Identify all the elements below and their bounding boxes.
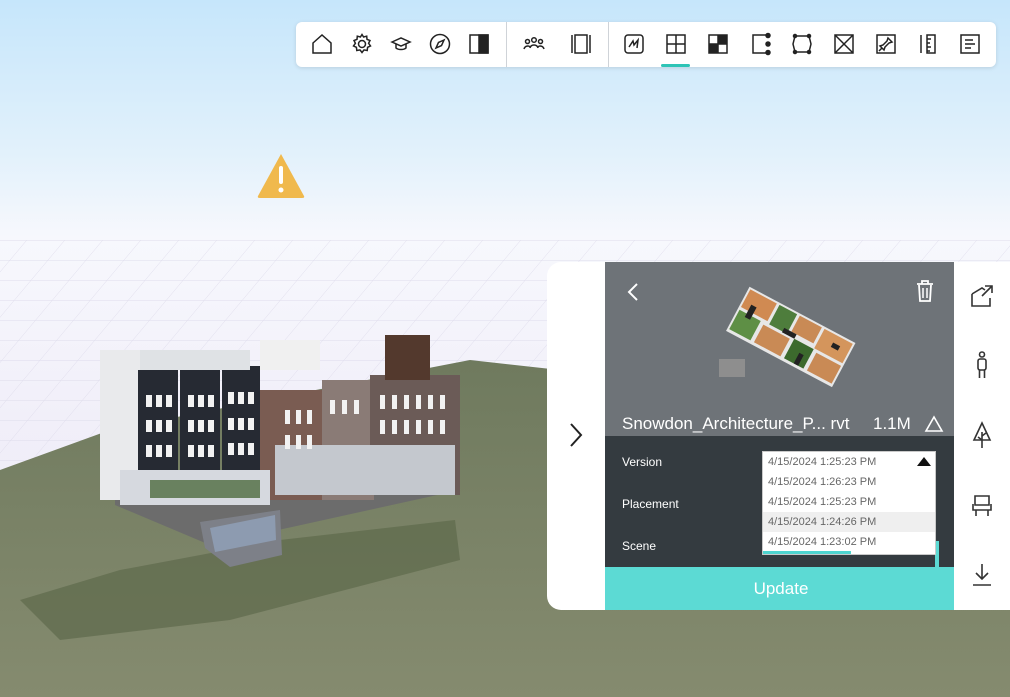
sketch-icon[interactable]	[617, 27, 651, 61]
person-icon[interactable]	[968, 350, 996, 380]
version-option[interactable]: 4/15/2024 1:25:23 PM	[763, 492, 935, 512]
chair-icon[interactable]	[968, 490, 996, 520]
chevron-right-icon[interactable]	[562, 420, 590, 450]
shape-add-icon[interactable]	[968, 282, 996, 312]
notes-icon[interactable]	[953, 27, 987, 61]
measure-icon[interactable]	[911, 27, 945, 61]
version-option-selected[interactable]: 4/15/2024 1:25:23 PM	[763, 452, 935, 472]
compass-icon[interactable]	[423, 27, 457, 61]
version-dropdown[interactable]: 4/15/2024 1:25:23 PM 4/15/2024 1:26:23 P…	[762, 451, 936, 555]
split-view-icon[interactable]	[462, 27, 496, 61]
file-size: 1.1M	[873, 414, 911, 433]
chevron-left-icon[interactable]	[619, 278, 647, 306]
active-tool-indicator	[661, 64, 690, 67]
scene-label: Scene	[622, 539, 657, 553]
main-toolbar	[296, 22, 996, 67]
file-name: Snowdon_Architecture_P... rvt	[622, 414, 850, 433]
section-icon[interactable]	[564, 27, 598, 61]
caret-up-icon[interactable]	[917, 457, 931, 466]
triangle-warning-icon[interactable]	[924, 414, 944, 434]
gear-icon[interactable]	[345, 27, 379, 61]
edit-point-icon[interactable]	[744, 27, 778, 61]
download-icon[interactable]	[968, 560, 996, 590]
trash-icon[interactable]	[913, 278, 937, 304]
people-icon[interactable]	[517, 27, 551, 61]
cross-box-icon[interactable]	[827, 27, 861, 61]
panel-header: Snowdon_Architecture_P... rvt 1.1M	[605, 262, 954, 436]
tree-icon[interactable]	[968, 420, 996, 450]
version-option[interactable]: 4/15/2024 1:26:23 PM	[763, 472, 935, 492]
version-option[interactable]: 4/15/2024 1:23:02 PM	[763, 532, 935, 552]
plus-grid-icon[interactable]	[659, 27, 693, 61]
warning-icon[interactable]	[256, 152, 306, 200]
side-toolbar	[954, 262, 1010, 610]
version-option[interactable]: 4/15/2024 1:24:26 PM	[763, 512, 935, 532]
toolbar-separator	[608, 22, 609, 67]
checker-icon[interactable]	[701, 27, 735, 61]
model-details-panel: Snowdon_Architecture_P... rvt 1.1M Versi…	[605, 262, 954, 610]
dropdown-scrollbar[interactable]	[763, 551, 851, 554]
toolbar-separator	[506, 22, 507, 67]
model-thumbnail	[719, 286, 856, 388]
update-button[interactable]: Update	[605, 567, 957, 610]
home-icon[interactable]	[305, 27, 339, 61]
pin-icon[interactable]	[869, 27, 903, 61]
select-box-icon[interactable]	[785, 27, 819, 61]
placement-label: Placement	[622, 497, 679, 511]
graduation-cap-icon[interactable]	[384, 27, 418, 61]
version-label: Version	[622, 455, 663, 469]
